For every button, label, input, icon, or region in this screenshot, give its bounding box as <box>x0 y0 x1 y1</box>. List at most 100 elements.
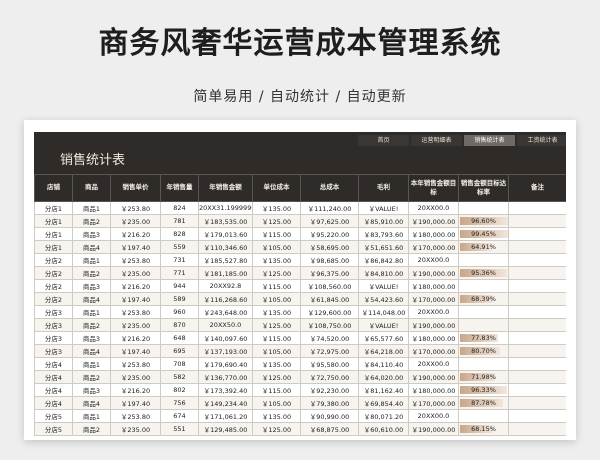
unit-cost-cell[interactable]: ￥135.00 <box>252 357 301 371</box>
nav-tab-home[interactable]: 首页 <box>358 135 409 146</box>
rate-cell[interactable]: 64.91% <box>458 240 509 254</box>
product-cell[interactable]: 商品1 <box>72 201 111 215</box>
store-cell[interactable]: 分店4 <box>34 370 73 384</box>
store-cell[interactable]: 分店1 <box>34 240 73 254</box>
product-cell[interactable]: 商品3 <box>72 331 111 345</box>
nav-tab-sales[interactable]: 销售统计表 <box>464 135 515 146</box>
product-cell[interactable]: 商品4 <box>72 344 111 358</box>
rate-cell[interactable]: 71.98% <box>458 370 509 384</box>
target-cell[interactable]: 20XX00.0 <box>408 305 459 319</box>
qty-cell[interactable]: 551 <box>160 422 199 436</box>
unit-cost-cell[interactable]: ￥115.00 <box>252 383 301 397</box>
unit-cost-cell[interactable]: ￥135.00 <box>252 409 301 423</box>
price-cell[interactable]: ￥216.20 <box>110 383 161 397</box>
qty-cell[interactable]: 708 <box>160 357 199 371</box>
unit-cost-cell[interactable]: ￥125.00 <box>252 266 301 280</box>
amount-cell[interactable]: 20XX50.0 <box>198 318 253 332</box>
price-cell[interactable]: ￥235.00 <box>110 266 161 280</box>
store-cell[interactable]: 分店2 <box>34 279 73 293</box>
profit-cell[interactable]: ￥114,048.00 <box>358 305 409 319</box>
total-cost-cell[interactable]: ￥72,750.00 <box>300 370 359 384</box>
amount-cell[interactable]: ￥110,346.60 <box>198 240 253 254</box>
profit-cell[interactable]: ￥51,651.60 <box>358 240 409 254</box>
nav-tab-operations[interactable]: 运营明细表 <box>411 135 462 146</box>
target-cell[interactable]: ￥170,000.00 <box>408 240 459 254</box>
store-cell[interactable]: 分店3 <box>34 331 73 345</box>
profit-cell[interactable]: ￥83,793.60 <box>358 227 409 241</box>
note-cell[interactable] <box>508 305 566 319</box>
note-cell[interactable] <box>508 396 566 410</box>
target-cell[interactable]: ￥190,000.00 <box>408 214 459 228</box>
qty-cell[interactable]: 944 <box>160 279 199 293</box>
qty-cell[interactable]: 756 <box>160 396 199 410</box>
note-cell[interactable] <box>508 370 566 384</box>
qty-cell[interactable]: 781 <box>160 214 199 228</box>
rate-cell[interactable] <box>458 201 509 215</box>
note-cell[interactable] <box>508 266 566 280</box>
unit-cost-cell[interactable]: ￥105.00 <box>252 292 301 306</box>
total-cost-cell[interactable]: ￥108,560.00 <box>300 279 359 293</box>
total-cost-cell[interactable]: ￥97,625.00 <box>300 214 359 228</box>
product-cell[interactable]: 商品1 <box>72 409 111 423</box>
product-cell[interactable]: 商品2 <box>72 422 111 436</box>
price-cell[interactable]: ￥216.20 <box>110 331 161 345</box>
note-cell[interactable] <box>508 409 566 423</box>
rate-cell[interactable]: 68.39% <box>458 292 509 306</box>
note-cell[interactable] <box>508 422 566 436</box>
qty-cell[interactable]: 559 <box>160 240 199 254</box>
store-cell[interactable]: 分店2 <box>34 253 73 267</box>
price-cell[interactable]: ￥253.80 <box>110 201 161 215</box>
product-cell[interactable]: 商品3 <box>72 227 111 241</box>
total-cost-cell[interactable]: ￥68,875.00 <box>300 422 359 436</box>
note-cell[interactable] <box>508 227 566 241</box>
total-cost-cell[interactable]: ￥129,600.00 <box>300 305 359 319</box>
target-cell[interactable]: ￥170,000.00 <box>408 344 459 358</box>
price-cell[interactable]: ￥235.00 <box>110 422 161 436</box>
price-cell[interactable]: ￥253.80 <box>110 253 161 267</box>
amount-cell[interactable]: ￥137,193.00 <box>198 344 253 358</box>
unit-cost-cell[interactable]: ￥135.00 <box>252 201 301 215</box>
note-cell[interactable] <box>508 201 566 215</box>
total-cost-cell[interactable]: ￥96,375.00 <box>300 266 359 280</box>
store-cell[interactable]: 分店1 <box>34 201 73 215</box>
note-cell[interactable] <box>508 214 566 228</box>
rate-cell[interactable]: 99.45% <box>458 227 509 241</box>
product-cell[interactable]: 商品4 <box>72 240 111 254</box>
profit-cell[interactable]: ￥VALUE! <box>358 318 409 332</box>
store-cell[interactable]: 分店5 <box>34 422 73 436</box>
target-cell[interactable]: ￥180,000.00 <box>408 227 459 241</box>
profit-cell[interactable]: ￥65,577.60 <box>358 331 409 345</box>
store-cell[interactable]: 分店2 <box>34 292 73 306</box>
total-cost-cell[interactable]: ￥61,845.00 <box>300 292 359 306</box>
qty-cell[interactable]: 828 <box>160 227 199 241</box>
store-cell[interactable]: 分店4 <box>34 383 73 397</box>
price-cell[interactable]: ￥197.40 <box>110 396 161 410</box>
price-cell[interactable]: ￥253.80 <box>110 357 161 371</box>
store-cell[interactable]: 分店1 <box>34 214 73 228</box>
amount-cell[interactable]: ￥149,234.40 <box>198 396 253 410</box>
target-cell[interactable]: 20XX00.0 <box>408 409 459 423</box>
price-cell[interactable]: ￥235.00 <box>110 370 161 384</box>
total-cost-cell[interactable]: ￥79,380.00 <box>300 396 359 410</box>
unit-cost-cell[interactable]: ￥105.00 <box>252 240 301 254</box>
amount-cell[interactable]: ￥179,013.60 <box>198 227 253 241</box>
rate-cell[interactable] <box>458 409 509 423</box>
price-cell[interactable]: ￥253.80 <box>110 305 161 319</box>
product-cell[interactable]: 商品1 <box>72 305 111 319</box>
total-cost-cell[interactable]: ￥90,990.00 <box>300 409 359 423</box>
profit-cell[interactable]: ￥80,071.20 <box>358 409 409 423</box>
store-cell[interactable]: 分店4 <box>34 357 73 371</box>
nav-tab-salary[interactable]: 工资统计表 <box>517 135 566 146</box>
amount-cell[interactable]: ￥181,185.00 <box>198 266 253 280</box>
total-cost-cell[interactable]: ￥74,520.00 <box>300 331 359 345</box>
rate-cell[interactable]: 80.70% <box>458 344 509 358</box>
rate-cell[interactable] <box>458 253 509 267</box>
total-cost-cell[interactable]: ￥92,230.00 <box>300 383 359 397</box>
qty-cell[interactable]: 771 <box>160 266 199 280</box>
amount-cell[interactable]: ￥183,535.00 <box>198 214 253 228</box>
qty-cell[interactable]: 870 <box>160 318 199 332</box>
unit-cost-cell[interactable]: ￥125.00 <box>252 370 301 384</box>
rate-cell[interactable]: 96.60% <box>458 214 509 228</box>
rate-cell[interactable]: 95.36% <box>458 266 509 280</box>
unit-cost-cell[interactable]: ￥115.00 <box>252 279 301 293</box>
